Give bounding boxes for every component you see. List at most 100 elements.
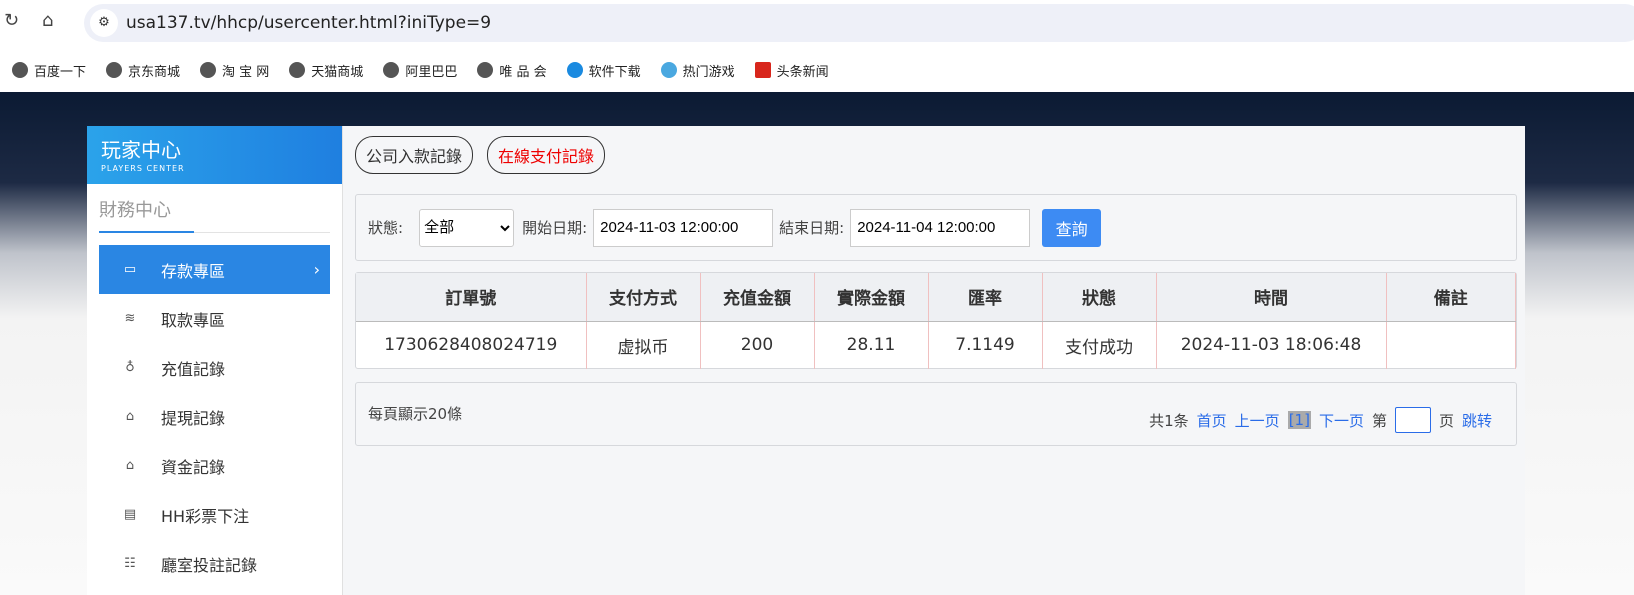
page-suffix: 页 (1438, 411, 1454, 430)
globe-icon (106, 62, 123, 78)
sidebar-item-fund-records[interactable]: ⌂ 資金記錄 (99, 441, 330, 490)
menu-label: 廳室投註記錄 (161, 555, 258, 575)
hand-money-icon: ≋ (124, 311, 136, 326)
funds-icon: ⌂ (125, 458, 135, 473)
query-button[interactable]: 查詢 (1042, 208, 1102, 247)
bookmark-label: 百度一下 (34, 64, 87, 80)
players-center-header: 玩家中心 PLAYERS CENTER (87, 126, 342, 184)
section-title: 財務中心 (99, 196, 330, 233)
sidebar-title: 玩家中心 (101, 138, 181, 162)
column-header: 訂單號 (356, 273, 587, 322)
menu-label: 取款專區 (161, 310, 226, 330)
column-header: 狀態 (1042, 273, 1157, 322)
chevron-right-icon: › (313, 260, 320, 279)
globe-icon (289, 62, 306, 78)
globe-icon (383, 62, 400, 78)
order-number: 1730628408024719 (356, 321, 587, 369)
bookmark-label: 软件下载 (588, 64, 641, 80)
menu-label: HH彩票下注 (161, 506, 250, 526)
filter-bar: 狀態: 全部 開始日期: 結束日期: 查詢 (355, 194, 1517, 261)
sidebar-item-lottery-bets[interactable]: ▤ HH彩票下注 (99, 490, 330, 539)
tab-company-deposit-records[interactable]: 公司入款記錄 (355, 136, 474, 174)
column-header: 時間 (1156, 273, 1387, 322)
menu-label: 充值記錄 (161, 359, 226, 379)
payment-method: 虚拟币 (586, 321, 701, 369)
first-page-link[interactable]: 首页 (1197, 410, 1227, 431)
end-date-label: 結束日期: (779, 219, 845, 237)
status-label: 狀態: (368, 219, 404, 237)
exchange-rate: 7.1149 (928, 321, 1043, 369)
end-date-input[interactable] (850, 208, 1031, 247)
jump-link[interactable]: 跳转 (1462, 410, 1492, 431)
table-row: 1730628408024719 虚拟币 200 28.11 7.1149 支付… (356, 321, 1516, 369)
address-bar[interactable]: ⚙ usa137.tv/hhcp/usercenter.html?iniType… (84, 4, 1634, 42)
card-icon: ▭ (123, 262, 137, 277)
column-header: 備註 (1386, 273, 1516, 322)
sidebar: 玩家中心 PLAYERS CENTER 財務中心 ▭ 存款專區 › ≋ 取款專區 ♁ 充… (87, 126, 342, 595)
per-page-text: 每頁顯示20條 (368, 405, 463, 423)
start-date-input[interactable] (593, 208, 774, 247)
sidebar-item-withdraw-records[interactable]: ⌂ 提現記錄 (99, 392, 330, 441)
toutiao-icon (754, 62, 771, 78)
reload-icon[interactable]: ↻ (4, 10, 19, 31)
home-icon[interactable]: ⌂ (42, 10, 53, 31)
sidebar-item-withdraw[interactable]: ≋ 取款專區 (99, 294, 330, 343)
column-header: 實際金額 (814, 273, 929, 322)
next-page-link[interactable]: 下一页 (1319, 410, 1364, 431)
sidebar-item-deposit[interactable]: ▭ 存款專區 › (99, 245, 330, 294)
page-number-input[interactable] (1394, 407, 1431, 433)
prev-page-link[interactable]: 上一页 (1235, 410, 1280, 431)
url-text[interactable]: usa137.tv/hhcp/usercenter.html?iniType=9 (126, 13, 491, 33)
bookmark[interactable]: 软件下载 (566, 61, 641, 80)
bookmark[interactable]: 唯 品 会 (477, 61, 547, 80)
bookmark[interactable]: 阿里巴巴 (383, 61, 457, 80)
column-header: 匯率 (928, 273, 1043, 322)
actual-amount: 28.11 (814, 321, 929, 369)
sidebar-item-recharge-records[interactable]: ♁ 充值記錄 (99, 343, 330, 392)
tab-online-payment-records[interactable]: 在線支付記錄 (487, 136, 606, 174)
globe-icon (200, 62, 217, 78)
list-icon: ▤ (123, 507, 137, 522)
bookmark[interactable]: 头条新闻 (754, 61, 829, 80)
globe-icon (477, 62, 494, 78)
sidebar-subtitle: PLAYERS CENTER (101, 164, 185, 173)
bookmark-label: 京东商城 (128, 64, 181, 80)
globe-icon (12, 62, 28, 78)
withdraw-icon: ⌂ (125, 409, 135, 424)
column-header: 充值金額 (700, 273, 815, 322)
main-content: 公司入款記錄 在線支付記錄 狀態: 全部 開始日期: 結束日期: 查詢 訂單號 … (342, 126, 1525, 595)
page-prefix: 第 (1371, 411, 1387, 430)
bookmark-label: 淘 宝 网 (222, 64, 270, 80)
column-header: 支付方式 (586, 273, 701, 322)
bookmark-label: 天猫商城 (311, 64, 364, 80)
current-page[interactable]: [1] (1287, 411, 1311, 429)
bookmark[interactable]: 淘 宝 网 (200, 61, 269, 80)
menu-label: 存款專區 (161, 261, 226, 281)
bookmarks-bar: 百度一下 京东商城 淘 宝 网 天猫商城 阿里巴巴 唯 品 会 软件下载 热门游… (0, 50, 1634, 90)
download-app-icon (566, 62, 583, 78)
table-header: 訂單號 支付方式 充值金額 實際金額 匯率 狀態 時間 備註 (356, 273, 1516, 322)
sidebar-item-hall-bets[interactable]: ☷ 廳室投註記錄 (99, 539, 330, 588)
menu-label: 資金記錄 (161, 457, 226, 477)
total-count: 共1条 (1149, 411, 1189, 430)
recharge-amount: 200 (700, 321, 815, 369)
game-mascot-icon (660, 62, 677, 78)
bookmark-label: 阿里巴巴 (405, 64, 458, 80)
start-date-label: 開始日期: (522, 219, 588, 237)
status-select[interactable]: 全部 (419, 208, 515, 247)
time: 2024-11-03 18:06:48 (1156, 321, 1387, 369)
bookmark-label: 唯 品 会 (499, 64, 547, 80)
status: 支付成功 (1042, 321, 1157, 369)
remark (1386, 321, 1516, 369)
site-settings-icon[interactable]: ⚙ (90, 9, 118, 37)
bookmark-label: 头条新闻 (776, 64, 829, 80)
bookmark[interactable]: 天猫商城 (289, 61, 363, 80)
browser-toolbar: ↻ ⌂ ⚙ usa137.tv/hhcp/usercenter.html?ini… (0, 0, 1634, 46)
pagination: 每頁顯示20條 共1条 首页 上一页 [1] 下一页 第 页 跳转 (355, 382, 1517, 446)
money-bag-icon: ♁ (125, 360, 135, 375)
bookmark[interactable]: 热门游戏 (660, 61, 735, 80)
bookmark[interactable]: 百度一下 (12, 61, 86, 80)
list-detail-icon: ☷ (124, 556, 136, 571)
bookmark[interactable]: 京东商城 (106, 61, 180, 80)
bookmark-label: 热门游戏 (682, 64, 735, 80)
